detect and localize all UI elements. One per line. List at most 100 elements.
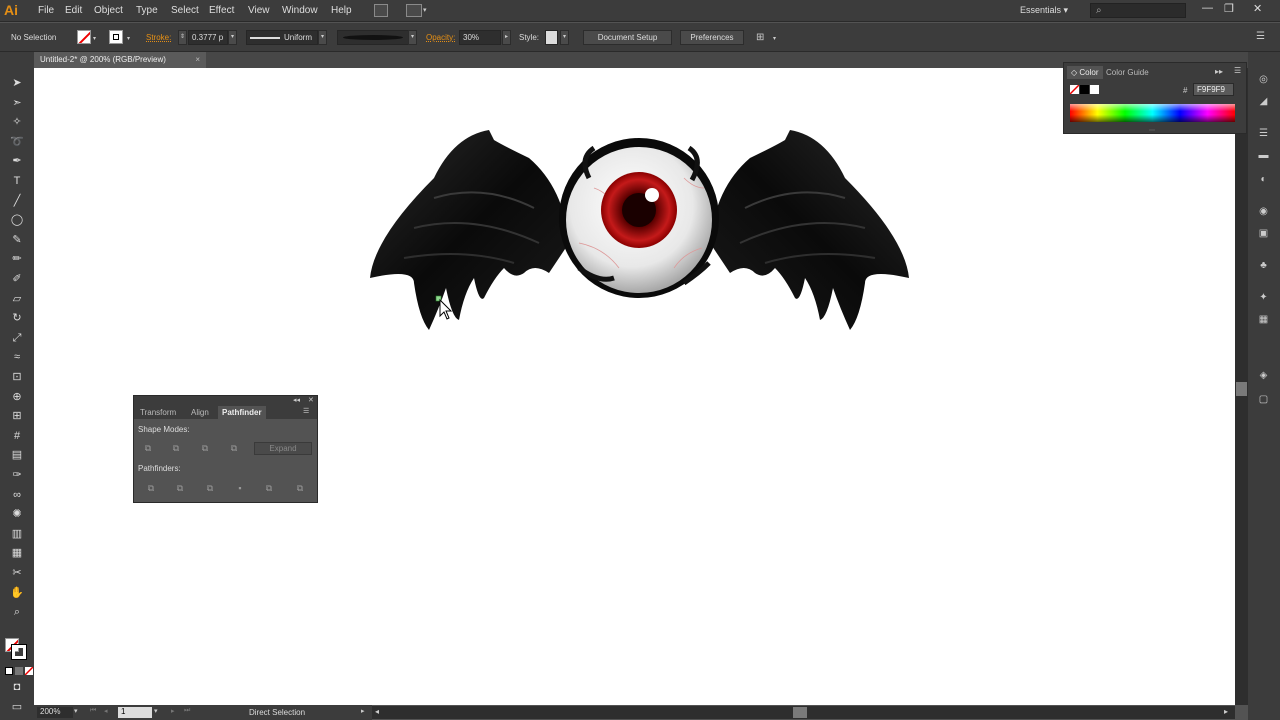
- none-swatch[interactable]: [1070, 85, 1079, 94]
- variable-width-profile[interactable]: Uniform: [246, 30, 318, 45]
- menu-type[interactable]: Type: [136, 5, 158, 16]
- black-swatch[interactable]: [1080, 85, 1089, 94]
- transparency-icon[interactable]: ◐: [1257, 174, 1270, 186]
- menu-edit[interactable]: Edit: [65, 5, 82, 16]
- panel-header[interactable]: ◂◂ ✕: [134, 396, 317, 406]
- chevron-down-icon[interactable]: ▾: [93, 35, 96, 42]
- collapse-panel-icon[interactable]: ▸▸: [1215, 67, 1223, 76]
- rotate-icon[interactable]: ↻: [9, 311, 25, 326]
- close-tab-icon[interactable]: ×: [195, 55, 200, 64]
- mesh-icon[interactable]: #: [9, 429, 25, 444]
- appearance-icon[interactable]: ◉: [1257, 206, 1270, 218]
- arrange-icon[interactable]: ⊞: [756, 32, 764, 43]
- preferences-button[interactable]: Preferences: [680, 30, 744, 45]
- perspective-icon[interactable]: ⊞: [9, 409, 25, 424]
- stroke-swatch[interactable]: [109, 30, 123, 44]
- maximize-icon[interactable]: ❐: [1224, 2, 1234, 15]
- none-mode-icon[interactable]: [25, 667, 33, 675]
- width-icon[interactable]: ≈: [9, 350, 25, 365]
- horizontal-scroll-thumb[interactable]: [793, 707, 807, 718]
- chevron-down-icon[interactable]: ▾: [127, 35, 130, 42]
- exclude-icon[interactable]: ⧉: [227, 442, 241, 454]
- symbol-sprayer-icon[interactable]: ✺: [9, 507, 25, 522]
- stroke-label[interactable]: Stroke:: [146, 33, 171, 42]
- panel-menu-icon[interactable]: ☰: [1256, 31, 1265, 42]
- outline-icon[interactable]: ⧉: [262, 482, 276, 494]
- chevron-down-icon[interactable]: ▾: [773, 35, 776, 42]
- tab-color-guide[interactable]: Color Guide: [1102, 66, 1153, 79]
- menu-window[interactable]: Window: [282, 5, 318, 16]
- swatches-icon[interactable]: ▦: [1257, 314, 1270, 326]
- unite-icon[interactable]: ⧉: [141, 442, 155, 454]
- fill-swatch[interactable]: [77, 30, 91, 44]
- artboard-icon[interactable]: ▦: [9, 546, 25, 561]
- brush-definition[interactable]: [337, 30, 409, 45]
- opacity-input[interactable]: 30%: [459, 30, 501, 45]
- stroke-weight-input[interactable]: 0.3777 p: [188, 30, 228, 45]
- menu-file[interactable]: File: [38, 5, 54, 16]
- expand-button[interactable]: Expand: [254, 442, 312, 455]
- scroll-left-icon[interactable]: ◂: [375, 707, 379, 716]
- blob-brush-icon[interactable]: ✐: [9, 272, 25, 287]
- gradient-icon[interactable]: ▤: [9, 448, 25, 463]
- trim-icon[interactable]: ⧉: [173, 482, 187, 494]
- blend-icon[interactable]: ∞: [9, 488, 25, 503]
- close-icon[interactable]: ✕: [1253, 2, 1262, 15]
- artboards-icon[interactable]: ▢: [1257, 394, 1270, 406]
- current-tool-status[interactable]: Direct Selection: [249, 708, 305, 717]
- artboard-number-input[interactable]: 1: [118, 707, 152, 718]
- vertical-scroll-thumb[interactable]: [1236, 382, 1247, 396]
- merge-icon[interactable]: ⧉: [203, 482, 217, 494]
- line-icon[interactable]: ╱: [9, 194, 25, 209]
- pencil-icon[interactable]: ✏: [9, 252, 25, 267]
- crop-icon[interactable]: ▪: [233, 482, 247, 494]
- tab-color[interactable]: ◇ Color: [1067, 66, 1103, 79]
- collapse-panel-icon[interactable]: ◂◂: [293, 396, 300, 404]
- paintbrush-icon[interactable]: ✎: [9, 233, 25, 248]
- tab-align[interactable]: Align: [187, 406, 213, 419]
- ellipse-icon[interactable]: ◯: [9, 213, 25, 228]
- direct-selection-icon[interactable]: ➣: [9, 96, 25, 111]
- hand-icon[interactable]: ✋: [9, 586, 25, 601]
- panel-menu-icon[interactable]: ☰: [1234, 66, 1241, 75]
- panel-menu-icon[interactable]: ☰: [303, 407, 309, 415]
- menu-view[interactable]: View: [248, 5, 270, 16]
- lasso-icon[interactable]: ➰: [9, 135, 25, 150]
- opacity-dropdown[interactable]: ▸: [502, 30, 511, 45]
- drawing-modes-icon[interactable]: ◘: [9, 680, 25, 695]
- chevron-down-icon[interactable]: ▾: [423, 6, 427, 14]
- selection-icon[interactable]: ➤: [9, 76, 25, 91]
- minus-back-icon[interactable]: ⧉: [293, 482, 307, 494]
- tab-transform[interactable]: Transform: [136, 406, 180, 419]
- scale-icon[interactable]: ⤢: [9, 331, 25, 346]
- graphic-style-swatch[interactable]: [545, 30, 558, 45]
- workspace-switcher[interactable]: Essentials ▾: [1020, 5, 1068, 16]
- minimize-icon[interactable]: —: [1202, 2, 1213, 14]
- layers-icon[interactable]: ◈: [1257, 370, 1270, 382]
- opacity-label[interactable]: Opacity:: [426, 33, 455, 42]
- profile-dropdown[interactable]: ▾: [318, 30, 327, 45]
- eyedropper-icon[interactable]: ✑: [9, 468, 25, 483]
- stroke-color-swatch[interactable]: [11, 644, 27, 660]
- artboard-dropdown[interactable]: ▾: [154, 707, 158, 715]
- color-mode-icon[interactable]: [5, 667, 13, 675]
- brush-dropdown[interactable]: ▾: [408, 30, 417, 45]
- vertical-scrollbar[interactable]: [1235, 68, 1248, 705]
- hex-input[interactable]: F9F9F9: [1193, 83, 1234, 96]
- stroke-icon[interactable]: ☰: [1257, 128, 1270, 140]
- menu-object[interactable]: Object: [94, 5, 123, 16]
- magic-wand-icon[interactable]: ✧: [9, 115, 25, 130]
- zoom-dropdown[interactable]: ▾: [74, 707, 78, 715]
- type-icon[interactable]: T: [9, 174, 25, 189]
- horizontal-scrollbar[interactable]: ◂ ▸: [372, 706, 1235, 719]
- color-icon[interactable]: ◎: [1257, 74, 1270, 86]
- eraser-icon[interactable]: ▱: [9, 292, 25, 307]
- intersect-icon[interactable]: ⧉: [198, 442, 212, 454]
- divide-icon[interactable]: ⧉: [144, 482, 158, 494]
- document-tab[interactable]: Untitled-2* @ 200% (RGB/Preview) ×: [34, 52, 206, 68]
- resize-handle[interactable]: ⋯: [1149, 127, 1155, 134]
- menu-effect[interactable]: Effect: [209, 5, 234, 16]
- gradient-mode-icon[interactable]: [15, 667, 23, 675]
- first-artboard-icon[interactable]: ⏮: [90, 707, 96, 715]
- pen-icon[interactable]: ✒: [9, 154, 25, 169]
